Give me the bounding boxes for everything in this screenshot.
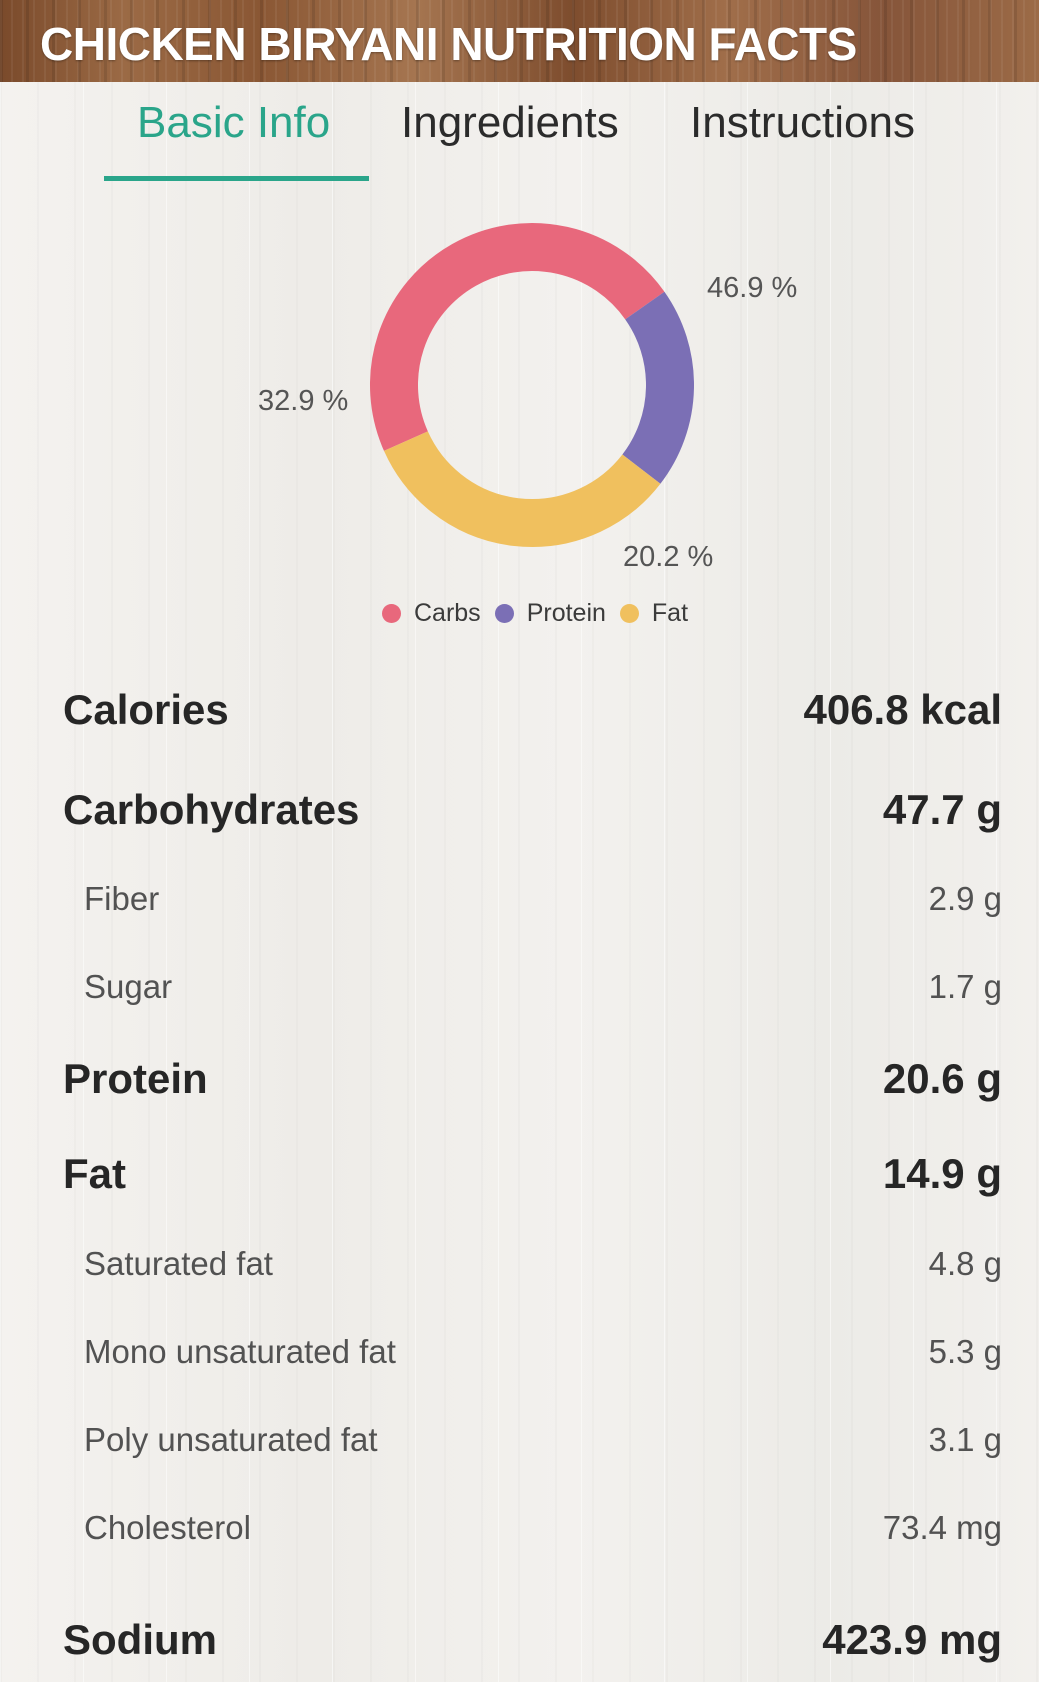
calories-label: Calories xyxy=(63,686,229,733)
protein-value: 20.6 g xyxy=(882,1055,1002,1102)
fiber-value: 2.9 g xyxy=(928,880,1002,917)
fat-percent-label: 32.9 % xyxy=(258,385,349,417)
donut-slice-protein xyxy=(621,291,694,484)
legend-item-carbs: Carbs xyxy=(382,599,481,628)
sugar-value: 1.7 g xyxy=(928,968,1002,1005)
donut-slice-fat xyxy=(384,430,661,547)
legend-item-protein: Protein xyxy=(494,598,606,628)
carbs-dot xyxy=(382,603,401,623)
legend-label-carbs: Carbs xyxy=(414,598,481,627)
legend-label-protein: Protein xyxy=(526,598,606,627)
chart-legend: Carbs Protein Fat xyxy=(382,598,702,628)
macro-donut-chart xyxy=(370,223,694,547)
tab-ingredients[interactable]: Ingredients xyxy=(401,98,619,148)
cholesterol-label: Cholesterol xyxy=(84,1509,251,1546)
saturated-fat-value: 4.8 g xyxy=(928,1245,1002,1282)
mono-fat-label: Mono unsaturated fat xyxy=(84,1333,396,1370)
sodium-value: 423.9 mg xyxy=(822,1616,1002,1663)
carbs-percent-label: 46.9 % xyxy=(707,272,798,304)
protein-percent-label: 20.2 % xyxy=(623,541,714,573)
sodium-label: Sodium xyxy=(63,1616,217,1663)
header-bar: CHICKEN BIRYANI NUTRITION FACTS xyxy=(0,0,1039,82)
tab-basic-info[interactable]: Basic Info xyxy=(137,98,330,148)
poly-fat-value: 3.1 g xyxy=(928,1421,1002,1458)
active-tab-indicator xyxy=(104,176,369,181)
fiber-label: Fiber xyxy=(84,880,160,917)
page-title: CHICKEN BIRYANI NUTRITION FACTS xyxy=(40,18,857,70)
saturated-fat-label: Saturated fat xyxy=(84,1245,273,1282)
legend-label-fat: Fat xyxy=(651,598,689,627)
cholesterol-value: 73.4 mg xyxy=(882,1509,1002,1546)
sugar-label: Sugar xyxy=(84,968,173,1005)
legend-item-fat: Fat xyxy=(619,598,689,628)
protein-dot xyxy=(494,603,514,623)
fat-dot xyxy=(619,603,639,623)
calories-value: 406.8 kcal xyxy=(803,686,1002,733)
carbohydrates-value: 47.7 g xyxy=(882,786,1002,833)
poly-fat-label: Poly unsaturated fat xyxy=(84,1421,378,1458)
mono-fat-value: 5.3 g xyxy=(928,1333,1002,1370)
tab-instructions[interactable]: Instructions xyxy=(690,98,915,148)
donut-slice-carbs xyxy=(370,223,665,451)
fat-value: 14.9 g xyxy=(882,1150,1002,1197)
protein-label: Protein xyxy=(63,1055,208,1102)
fat-label: Fat xyxy=(63,1150,126,1197)
carbohydrates-label: Carbohydrates xyxy=(63,786,360,833)
